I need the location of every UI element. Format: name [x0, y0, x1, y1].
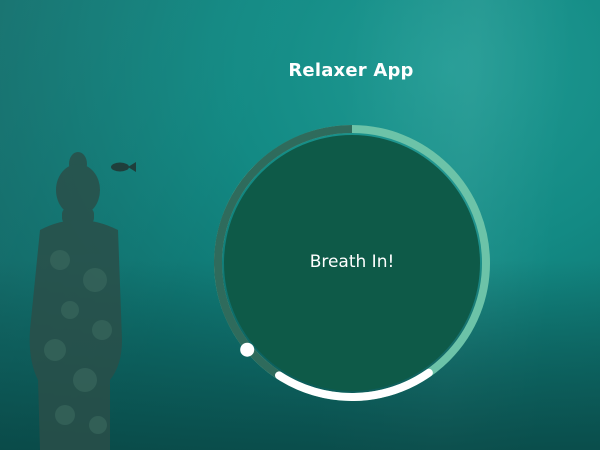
app-title: Relaxer App — [288, 60, 414, 81]
app-screen: Relaxer App Breath In! — [0, 0, 600, 450]
breath-instruction: Breath In! — [309, 252, 395, 272]
fish-image — [111, 162, 136, 172]
pointer-dot-icon[interactable] — [240, 342, 255, 357]
statue-image — [29, 152, 122, 450]
